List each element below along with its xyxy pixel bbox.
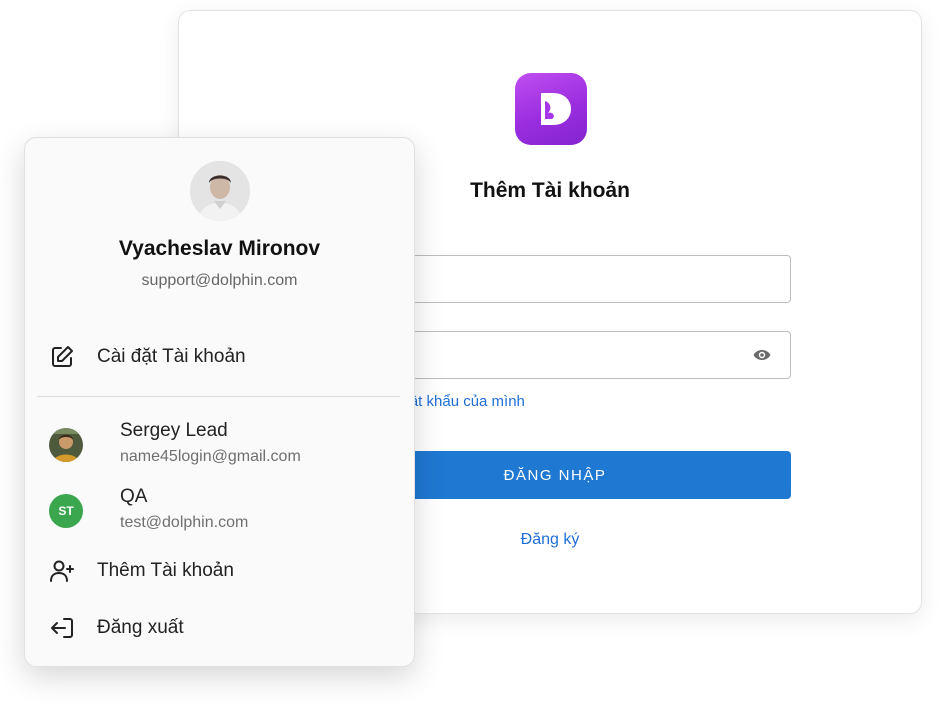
avatar xyxy=(190,161,250,221)
account-email: name45login@gmail.com xyxy=(120,448,301,465)
account-name: Sergey Lead xyxy=(120,420,228,441)
logout-icon xyxy=(51,618,73,638)
eye-icon[interactable] xyxy=(752,347,772,363)
add-account-label: Thêm Tài khoản xyxy=(97,560,234,581)
edit-icon xyxy=(52,346,73,367)
account-name: QA xyxy=(120,486,148,507)
avatar: ST xyxy=(49,494,83,528)
dolphin-logo-icon xyxy=(515,73,587,145)
account-menu: Vyacheslav Mironov support@dolphin.com C… xyxy=(24,137,415,667)
divider xyxy=(37,396,400,397)
add-user-icon xyxy=(50,560,74,582)
add-account-item[interactable]: Thêm Tài khoản xyxy=(49,558,394,584)
user-name: Vyacheslav Mironov xyxy=(118,237,321,260)
logout-label: Đăng xuất xyxy=(97,617,184,638)
user-email: support@dolphin.com xyxy=(141,272,298,289)
account-item[interactable]: Sergey Lead name45login@gmail.com xyxy=(49,420,394,470)
account-settings-label: Cài đặt Tài khoản xyxy=(97,346,246,367)
account-settings-item[interactable]: Cài đặt Tài khoản xyxy=(49,344,394,370)
account-email: test@dolphin.com xyxy=(120,514,249,531)
account-initials: ST xyxy=(49,494,83,528)
logout-item[interactable]: Đăng xuất xyxy=(49,615,394,641)
avatar xyxy=(49,428,83,462)
account-item[interactable]: ST QA test@dolphin.com xyxy=(49,486,394,536)
